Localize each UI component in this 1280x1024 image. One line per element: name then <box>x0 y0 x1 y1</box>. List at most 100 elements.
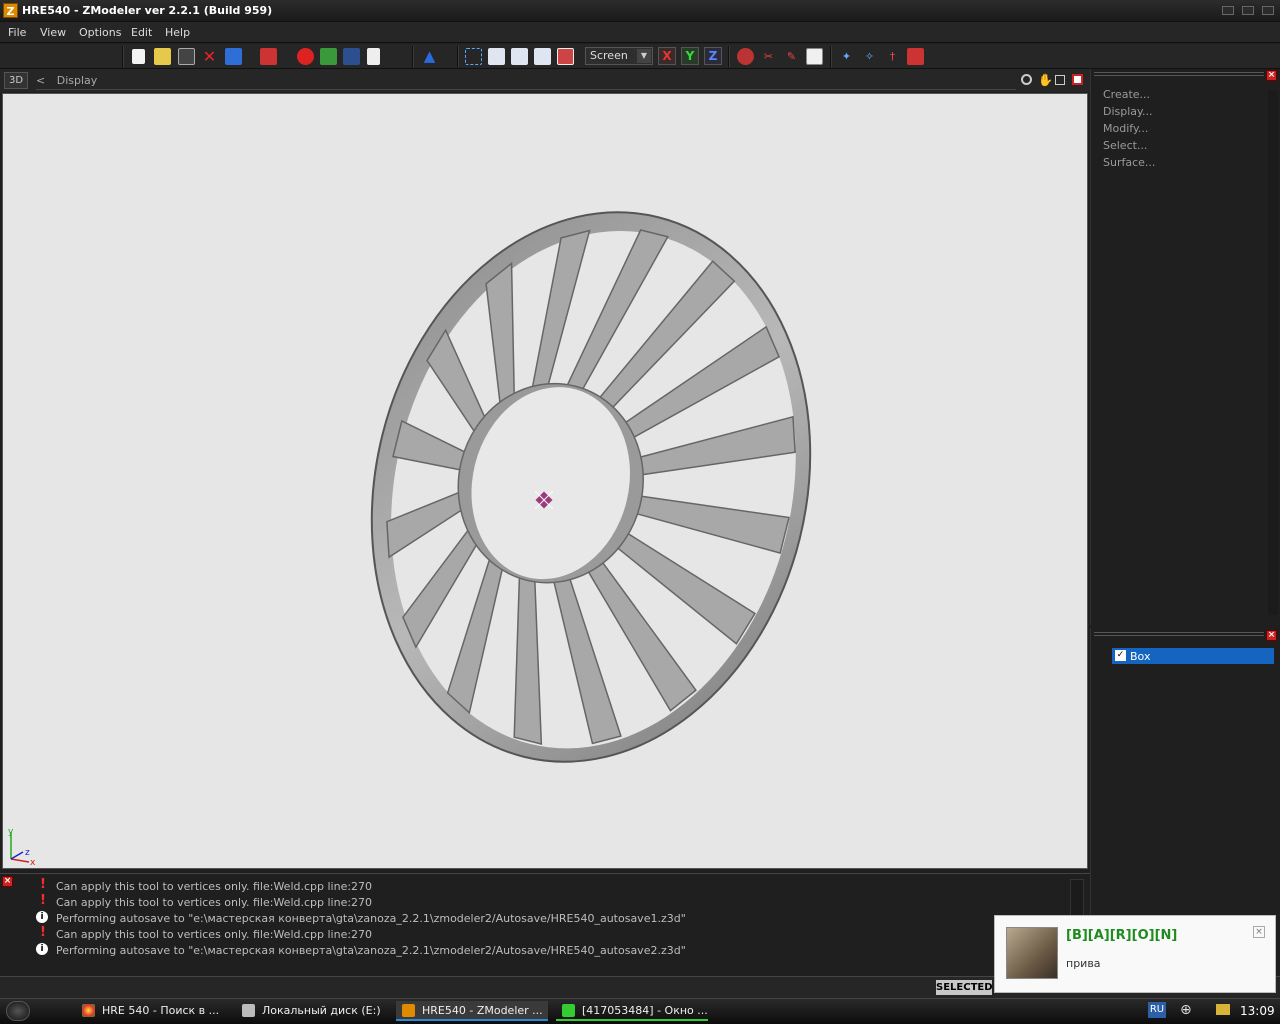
cut-icon[interactable]: ✎ <box>783 48 800 65</box>
close-console-icon[interactable]: × <box>2 876 13 887</box>
maximize-icon[interactable] <box>1242 6 1254 15</box>
toolbar-separator <box>122 46 124 67</box>
toolbar-separator <box>457 46 459 67</box>
command-surface[interactable]: Surface... <box>1103 156 1155 169</box>
zoom-icon[interactable] <box>1021 74 1032 85</box>
minimize-icon[interactable] <box>1222 6 1234 15</box>
maximize-viewport-icon[interactable] <box>1072 74 1083 85</box>
normals-icon[interactable]: ▲ <box>421 48 438 65</box>
render-icon[interactable] <box>297 48 314 65</box>
breadcrumb: < Display <box>36 74 1016 90</box>
chevron-down-icon: ▼ <box>637 49 651 63</box>
taskbar-item-label: Локальный диск (E:) <box>262 1004 381 1017</box>
object-name: Box <box>1130 650 1151 663</box>
toolbar-separator <box>830 46 832 67</box>
axis-x-toggle[interactable]: X <box>658 47 676 65</box>
drive-icon <box>242 1004 255 1017</box>
fit-view-icon[interactable] <box>1055 75 1065 85</box>
open-folder-icon[interactable] <box>154 48 171 65</box>
axis-z-toggle[interactable]: Z <box>704 47 722 65</box>
info-icon: i <box>36 911 48 923</box>
clock[interactable]: 13:09 <box>1240 1004 1275 1018</box>
menu-file[interactable]: File <box>8 26 26 39</box>
browser-icon <box>82 1004 95 1017</box>
network-icon[interactable]: ⊕ <box>1180 1002 1192 1018</box>
command-display[interactable]: Display... <box>1103 105 1152 118</box>
warning-icon: ! <box>40 877 46 892</box>
object-visibility-checkbox[interactable]: ✓ <box>1115 650 1126 661</box>
coordinate-space-select[interactable]: Screen ▼ <box>585 47 653 65</box>
breadcrumb-back-arrow[interactable]: < <box>36 74 45 87</box>
taskbar-item-browser[interactable]: HRE 540 - Поиск в ... <box>76 1001 226 1021</box>
command-create[interactable]: Create... <box>1103 88 1150 101</box>
select-lock-icon[interactable] <box>557 48 574 65</box>
wheel-model: y z x <box>8 211 812 868</box>
taskbar-item-label: [417053484] - Окно ... <box>582 1004 708 1017</box>
command-scrollbar[interactable] <box>1268 90 1278 615</box>
start-button[interactable] <box>6 1001 30 1021</box>
panel-grip[interactable] <box>1094 632 1264 636</box>
select-vertex-icon[interactable] <box>465 48 482 65</box>
menu-bar <box>0 22 1280 43</box>
taskbar-item-label: HRE540 - ZModeler ... <box>422 1004 543 1017</box>
taskbar-item-zmodeler[interactable]: HRE540 - ZModeler ... <box>396 1001 548 1021</box>
split-icon[interactable]: ✂ <box>760 48 777 65</box>
close-panel-icon[interactable]: × <box>1266 70 1277 81</box>
breadcrumb-display[interactable]: Display <box>57 74 98 87</box>
properties-icon[interactable] <box>367 48 380 65</box>
undo-icon[interactable] <box>260 48 277 65</box>
select-edge-icon[interactable] <box>488 48 505 65</box>
select-object-icon[interactable] <box>534 48 551 65</box>
menu-options[interactable]: Options <box>79 26 121 39</box>
import-icon[interactable] <box>225 48 242 65</box>
select-face-icon[interactable] <box>511 48 528 65</box>
toolbar-separator <box>412 46 414 67</box>
menu-view[interactable]: View <box>40 26 66 39</box>
log-line: Performing autosave to "e:\мастерская ко… <box>56 944 686 957</box>
command-modify[interactable]: Modify... <box>1103 122 1148 135</box>
avatar <box>1006 927 1058 979</box>
pan-hand-icon[interactable]: ✋ <box>1038 73 1053 87</box>
axis-gizmo-icon: y z x <box>8 827 36 868</box>
3d-viewport[interactable]: y z x <box>2 93 1088 869</box>
command-panel <box>1090 69 1280 625</box>
mirror-icon[interactable]: ✧ <box>861 48 878 65</box>
save-icon[interactable] <box>178 48 195 65</box>
pivot-marker-icon <box>534 490 554 510</box>
axis-y-toggle[interactable]: Y <box>681 47 699 65</box>
notification-sender[interactable]: [B][A][R][O][N] <box>1066 928 1177 943</box>
menu-help[interactable]: Help <box>165 26 190 39</box>
panel-grip[interactable] <box>1094 72 1264 76</box>
weld-icon[interactable] <box>737 48 754 65</box>
delete-icon[interactable]: ✕ <box>201 48 218 65</box>
log-line: Can apply this tool to vertices only. fi… <box>56 896 373 909</box>
transform-icon[interactable] <box>907 48 924 65</box>
tray-folder-icon[interactable] <box>1216 1004 1230 1015</box>
coordinate-space-value: Screen <box>590 49 628 62</box>
selection-mode-badge[interactable]: SELECTED <box>936 980 993 995</box>
warning-icon: ! <box>40 925 46 940</box>
gizmo-x-label: x <box>30 858 36 868</box>
texture-icon[interactable] <box>320 48 337 65</box>
log-line: Performing autosave to "e:\мастерская ко… <box>56 912 686 925</box>
pivot-icon[interactable]: † <box>884 48 901 65</box>
zmodeler-logo-icon[interactable]: Z <box>3 3 18 18</box>
view-mode-button[interactable]: 3D <box>4 72 28 89</box>
menu-edit[interactable]: Edit <box>131 26 152 39</box>
close-icon[interactable] <box>1262 6 1274 15</box>
taskbar-item-chat[interactable]: [417053484] - Окно ... <box>556 1001 708 1021</box>
link-icon[interactable] <box>343 48 360 65</box>
command-select[interactable]: Select... <box>1103 139 1147 152</box>
language-indicator[interactable]: RU <box>1148 1002 1166 1018</box>
close-objects-panel-icon[interactable]: × <box>1266 630 1277 641</box>
snap-icon[interactable]: ✦ <box>838 48 855 65</box>
new-file-icon[interactable] <box>132 49 145 64</box>
taskbar-item-label: HRE 540 - Поиск в ... <box>102 1004 220 1017</box>
close-icon[interactable]: × <box>1253 926 1265 938</box>
graph-icon[interactable] <box>806 48 823 65</box>
taskbar-item-explorer[interactable]: Локальный диск (E:) <box>236 1001 386 1021</box>
notification-message: прива <box>1066 957 1101 970</box>
toolbar-separator <box>728 46 730 67</box>
zmodeler-icon <box>402 1004 415 1017</box>
gizmo-z-label: z <box>25 848 30 858</box>
